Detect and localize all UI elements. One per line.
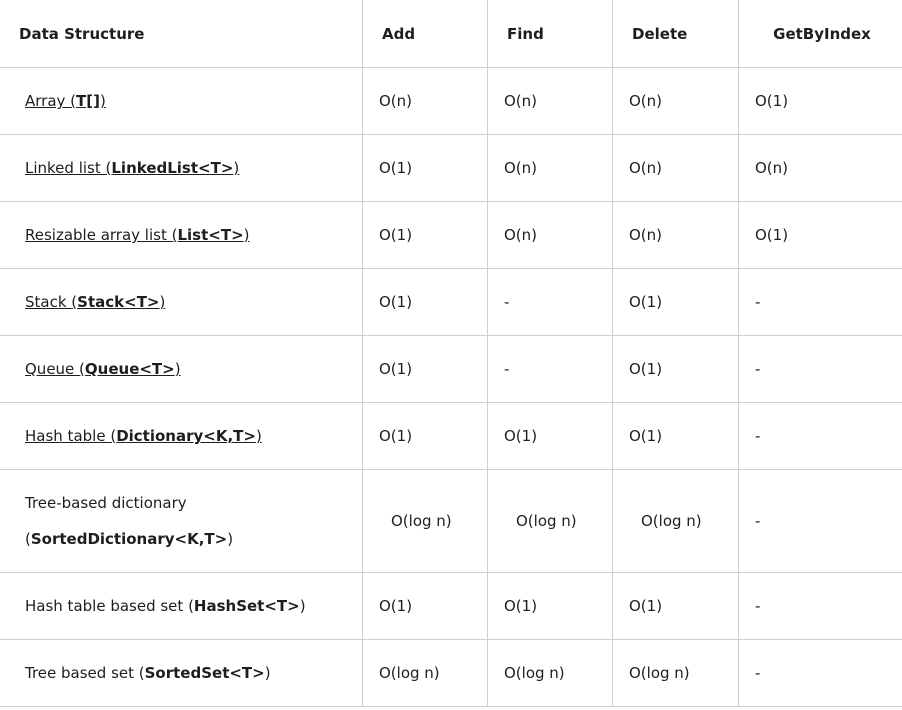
find-complexity: - — [487, 335, 613, 403]
index-complexity: - — [738, 572, 902, 640]
structure-label: Array — [25, 92, 71, 110]
index-complexity: - — [738, 469, 902, 573]
data-structure-name: Tree-based dictionary (SortedDictionary<… — [25, 494, 234, 548]
structure-label: Tree-based dictionary — [25, 494, 187, 512]
data-structure-name: Hash table based set (HashSet<T>) — [25, 597, 306, 615]
data-structure-cell: Tree based set (SortedSet<T>) — [0, 639, 363, 707]
header-data-structure: Data Structure — [0, 0, 363, 68]
data-structure-link[interactable]: Stack (Stack<T>) — [25, 293, 165, 311]
delete-complexity: O(log n) — [612, 469, 739, 573]
data-structure-cell: Tree-based dictionary (SortedDictionary<… — [0, 469, 363, 573]
index-complexity: - — [738, 639, 902, 707]
data-structure-name: Tree based set (SortedSet<T>) — [25, 664, 271, 682]
header-find: Find — [487, 0, 613, 68]
find-complexity: O(n) — [487, 134, 613, 202]
table-row: Tree based set (SortedSet<T>) O(log n) O(l… — [0, 639, 902, 707]
table-row: Tree-based dictionary (SortedDictionary<… — [0, 469, 902, 573]
delete-complexity: O(1) — [612, 402, 739, 470]
add-complexity: O(1) — [362, 402, 488, 470]
find-complexity: - — [487, 268, 613, 336]
structure-type: SortedSet<T> — [144, 664, 265, 682]
find-complexity: O(log n) — [487, 639, 613, 707]
data-structure-cell: Queue (Queue<T>) — [0, 335, 363, 403]
add-complexity: O(1) — [362, 572, 488, 640]
structure-type: Dictionary<K,T> — [116, 427, 256, 445]
find-complexity: O(n) — [487, 201, 613, 269]
delete-complexity: O(1) — [612, 572, 739, 640]
add-complexity: O(n) — [362, 67, 488, 135]
header-delete: Delete — [612, 0, 739, 68]
table-row: Linked list (LinkedList<T>) O(1) O(n) O(n) O… — [0, 134, 902, 202]
header-add: Add — [362, 0, 488, 68]
data-structure-cell: Hash table (Dictionary<K,T>) — [0, 402, 363, 470]
data-structure-cell: Linked list (LinkedList<T>) — [0, 134, 363, 202]
structure-label: Resizable array list — [25, 226, 172, 244]
data-structure-link[interactable]: Array (T[]) — [25, 92, 106, 110]
header-row: Data Structure Add Find Delete GetByInde… — [0, 0, 902, 68]
data-structure-cell: Hash table based set (HashSet<T>) — [0, 572, 363, 640]
structure-label: Hash table — [25, 427, 111, 445]
data-structure-link[interactable]: Queue (Queue<T>) — [25, 360, 181, 378]
structure-type: Queue<T> — [84, 360, 175, 378]
table-row: Hash table (Dictionary<K,T>) O(1) O(1) O(1)… — [0, 402, 902, 470]
index-complexity: - — [738, 268, 902, 336]
table-row: Queue (Queue<T>) O(1) - O(1) - — [0, 335, 902, 403]
add-complexity: O(log n) — [362, 639, 488, 707]
add-complexity: O(1) — [362, 201, 488, 269]
index-complexity: O(1) — [738, 201, 902, 269]
index-complexity: - — [738, 335, 902, 403]
add-complexity: O(log n) — [362, 469, 488, 573]
data-structure-cell: Resizable array list (List<T>) — [0, 201, 363, 269]
data-structure-link[interactable]: Resizable array list (List<T>) — [25, 226, 250, 244]
table-row: Stack (Stack<T>) O(1) - O(1) - — [0, 268, 902, 336]
data-structure-link[interactable]: Linked list (LinkedList<T>) — [25, 159, 239, 177]
find-complexity: O(n) — [487, 67, 613, 135]
structure-label: Stack — [25, 293, 72, 311]
find-complexity: O(1) — [487, 402, 613, 470]
table-row: Hash table based set (HashSet<T>) O(1) O(1… — [0, 572, 902, 640]
find-complexity: O(log n) — [487, 469, 613, 573]
find-complexity: O(1) — [487, 572, 613, 640]
table-row: Resizable array list (List<T>) O(1) O(n) O(… — [0, 201, 902, 269]
structure-label: Queue — [25, 360, 80, 378]
structure-label: Tree based set — [25, 664, 139, 682]
index-complexity: O(n) — [738, 134, 902, 202]
structure-label: Linked list — [25, 159, 106, 177]
structure-label: Hash table based set — [25, 597, 189, 615]
add-complexity: O(1) — [362, 268, 488, 336]
delete-complexity: O(n) — [612, 201, 739, 269]
structure-type: Stack<T> — [77, 293, 160, 311]
complexity-table: Data Structure Add Find Delete GetByInde… — [0, 0, 902, 707]
data-structure-cell: Stack (Stack<T>) — [0, 268, 363, 336]
add-complexity: O(1) — [362, 134, 488, 202]
structure-type: List<T> — [177, 226, 244, 244]
index-complexity: - — [738, 402, 902, 470]
delete-complexity: O(n) — [612, 134, 739, 202]
add-complexity: O(1) — [362, 335, 488, 403]
data-structure-cell: Array (T[]) — [0, 67, 363, 135]
delete-complexity: O(1) — [612, 335, 739, 403]
structure-type: SortedDictionary<K,T> — [30, 530, 228, 548]
structure-type: LinkedList<T> — [111, 159, 234, 177]
structure-type: HashSet<T> — [193, 597, 300, 615]
delete-complexity: O(1) — [612, 268, 739, 336]
delete-complexity: O(n) — [612, 67, 739, 135]
table-row: Array (T[]) O(n) O(n) O(n) O(1) — [0, 67, 902, 135]
data-structure-link[interactable]: Hash table (Dictionary<K,T>) — [25, 427, 262, 445]
index-complexity: O(1) — [738, 67, 902, 135]
header-getbyindex: GetByIndex — [738, 0, 902, 68]
structure-type: T[] — [76, 92, 100, 110]
delete-complexity: O(log n) — [612, 639, 739, 707]
